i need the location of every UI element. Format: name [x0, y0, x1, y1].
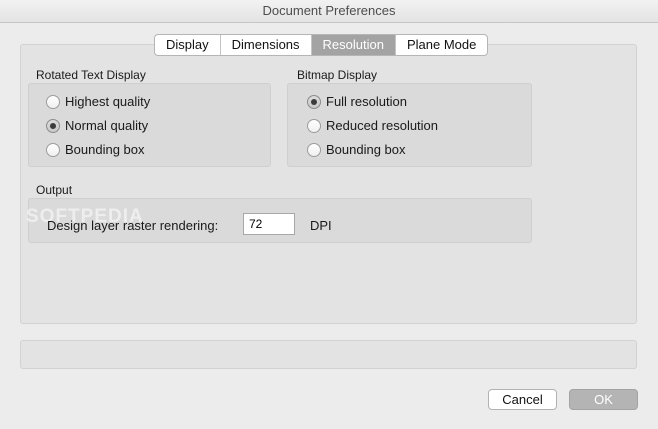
radio-label: Full resolution: [326, 94, 407, 109]
raster-dpi-input[interactable]: 72: [243, 213, 295, 235]
radio-button-checked-icon[interactable]: [307, 94, 321, 109]
tab-resolution[interactable]: Resolution: [311, 35, 396, 55]
tab-dimensions[interactable]: Dimensions: [221, 35, 312, 55]
rotated-text-group-label: Rotated Text Display: [36, 68, 146, 82]
raster-rendering-label: Design layer raster rendering:: [47, 218, 219, 233]
status-bar: [20, 340, 637, 369]
radio-bitmap-bounding-box[interactable]: Bounding box: [307, 142, 406, 157]
radio-normal-quality[interactable]: Normal quality: [46, 118, 148, 133]
tab-display[interactable]: Display: [155, 35, 221, 55]
radio-label: Highest quality: [65, 94, 151, 109]
radio-button-checked-icon[interactable]: [46, 118, 60, 133]
radio-button-icon[interactable]: [46, 94, 60, 109]
radio-button-icon[interactable]: [46, 142, 60, 157]
radio-button-icon[interactable]: [307, 118, 321, 133]
radio-highest-quality[interactable]: Highest quality: [46, 94, 150, 109]
radio-label: Bounding box: [326, 142, 406, 157]
radio-label: Bounding box: [65, 142, 145, 157]
window-title: Document Preferences: [0, 0, 658, 23]
radio-label: Normal quality: [65, 118, 149, 133]
radio-full-resolution[interactable]: Full resolution: [307, 94, 407, 109]
bitmap-group-label: Bitmap Display: [297, 68, 378, 82]
dpi-unit-label: DPI: [310, 218, 332, 233]
preferences-tabs: Display Dimensions Resolution Plane Mode: [154, 34, 489, 56]
radio-reduced-resolution[interactable]: Reduced resolution: [307, 118, 438, 133]
output-group-label: Output: [36, 183, 73, 197]
radio-button-icon[interactable]: [307, 142, 321, 157]
radio-rotated-bounding-box[interactable]: Bounding box: [46, 142, 145, 157]
cancel-button[interactable]: Cancel: [488, 389, 557, 410]
tab-plane-mode[interactable]: Plane Mode: [396, 35, 487, 55]
ok-button[interactable]: OK: [569, 389, 638, 410]
radio-label: Reduced resolution: [326, 118, 439, 133]
